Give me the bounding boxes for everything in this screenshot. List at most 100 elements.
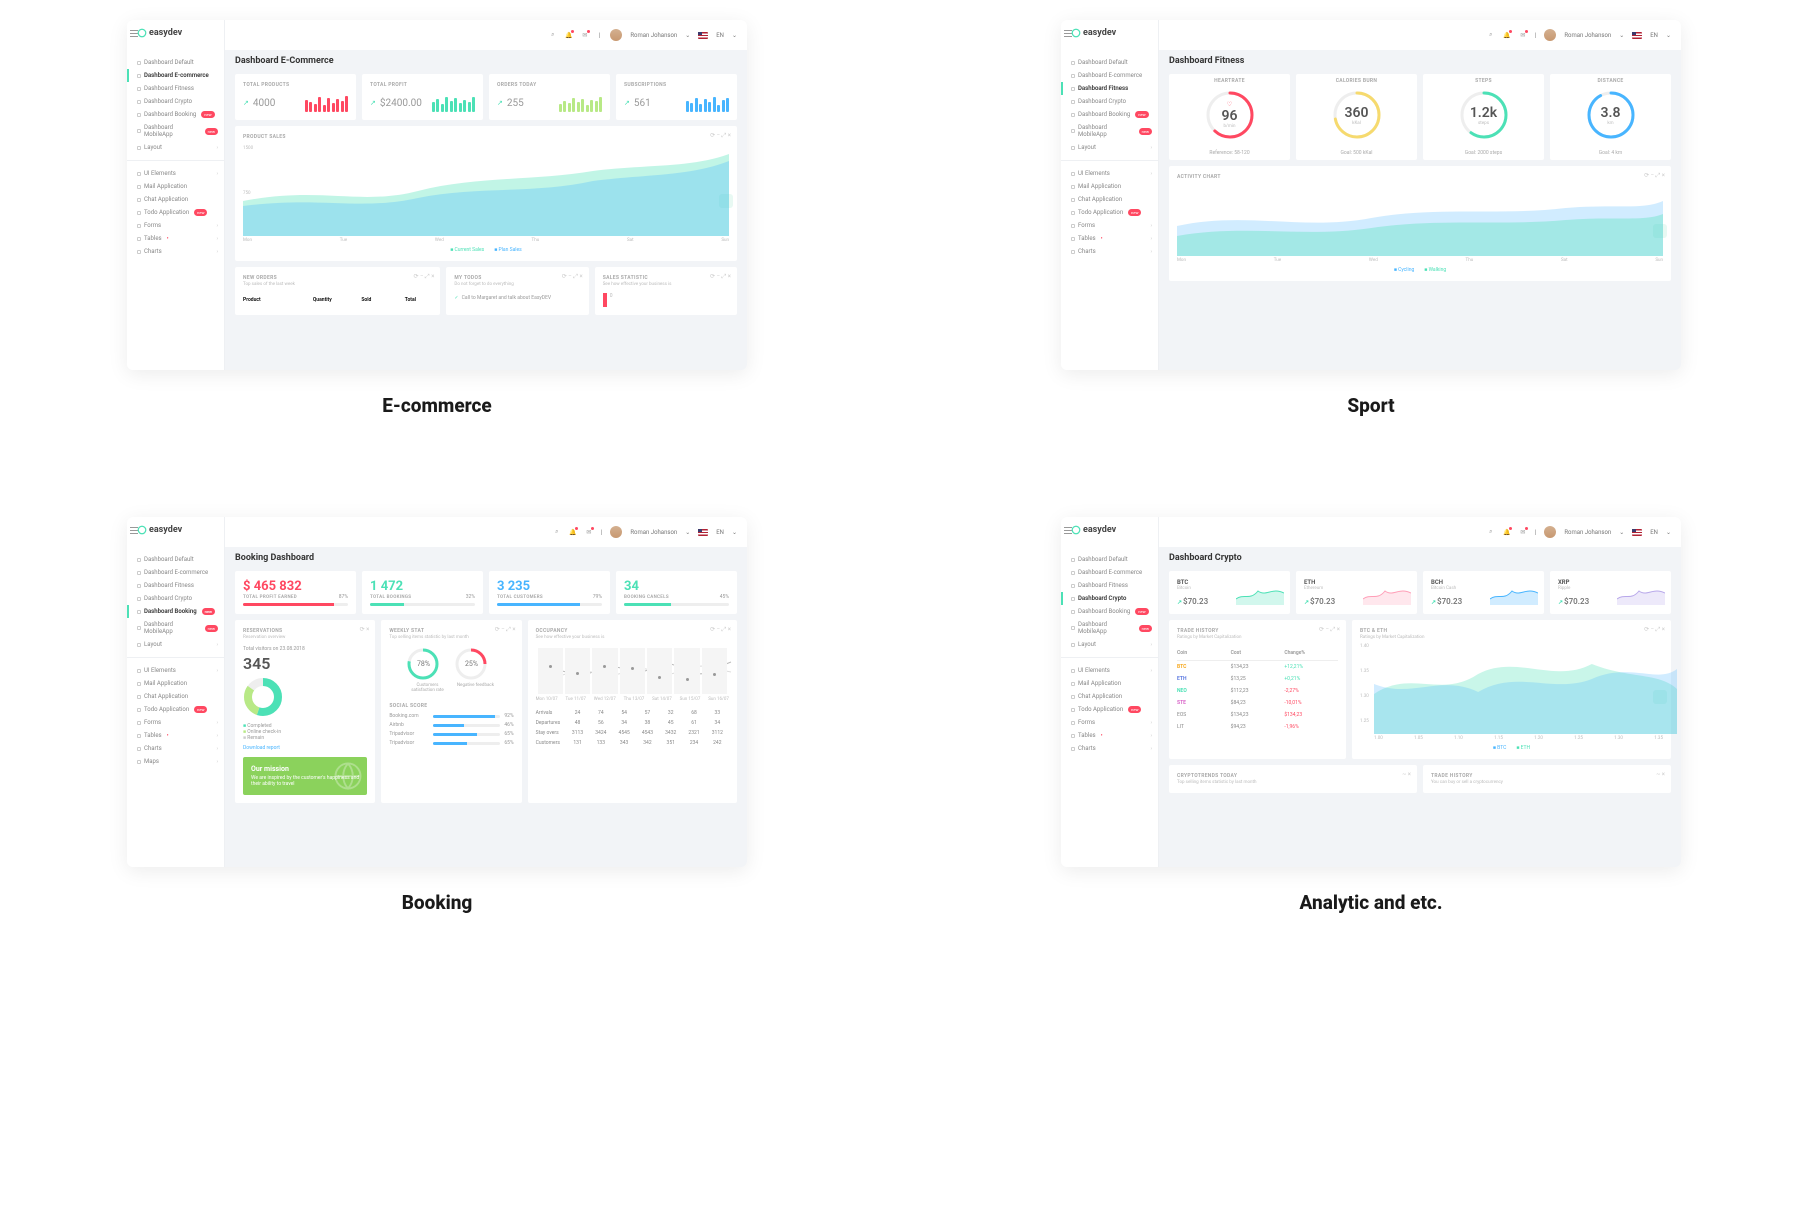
sidebar-item[interactable]: Forms› (1061, 219, 1158, 232)
fitness-ring-card: STEPS1.2kstepsGoal: 2000 steps (1423, 74, 1544, 160)
thumbnail-crypto: easydev ⌕ 🔔 ✉ | Roman Johanson⌄ EN⌄ Dash… (1061, 517, 1681, 867)
sidebar-item[interactable]: Dashboard Bookingnew (127, 108, 224, 121)
sidebar-item[interactable]: Dashboard Bookingnew (1061, 108, 1158, 121)
page-title: Booking Dashboard (235, 553, 737, 563)
sidebar-item[interactable]: Dashboard Fitness (1061, 82, 1158, 95)
sidebar-item[interactable]: Dashboard Fitness (127, 82, 224, 95)
card-title: NEW ORDERS (243, 275, 432, 281)
page-title: Dashboard E-Commerce (235, 56, 737, 66)
sidebar-item[interactable]: Charts› (127, 245, 224, 258)
table-row: Stay overs3113342445454543343223213112 (536, 728, 729, 738)
sidebar-item[interactable]: Dashboard Crypto (1061, 95, 1158, 108)
sidebar-item[interactable]: Tables•› (1061, 729, 1158, 742)
sidebar-item[interactable]: Maps› (127, 755, 224, 768)
avatar[interactable] (1544, 526, 1556, 538)
sidebar-item[interactable]: Chat Application (127, 193, 224, 206)
sidebar-item[interactable]: Layout› (1061, 638, 1158, 651)
bell-icon[interactable]: 🔔 (1503, 31, 1511, 39)
sidebar-item[interactable]: Todo Applicationnew (1061, 206, 1158, 219)
sidebar-item[interactable]: UI Elements› (127, 167, 224, 180)
brand-logo[interactable]: easydev (1071, 28, 1116, 38)
sidebar-item[interactable]: Dashboard Bookingnew (1061, 605, 1158, 618)
sidebar-item[interactable]: Dashboard MobileAppnew (1061, 618, 1158, 638)
sidebar-item[interactable]: Dashboard MobileAppnew (127, 121, 224, 141)
sidebar-item[interactable]: Dashboard Bookingnew (127, 605, 224, 618)
brand-logo[interactable]: easydev (1071, 525, 1116, 535)
brand-logo[interactable]: easydev (137, 525, 182, 535)
sidebar-item[interactable]: Todo Applicationnew (1061, 703, 1158, 716)
search-icon[interactable]: ⌕ (549, 31, 557, 39)
avatar[interactable] (610, 29, 622, 41)
sidebar-item[interactable]: Charts› (1061, 245, 1158, 258)
legend-item[interactable]: Current Sales (450, 247, 484, 253)
sidebar-item[interactable]: Dashboard Fitness (1061, 579, 1158, 592)
table-row: NEO$112,23-2,27% (1177, 685, 1338, 697)
sidebar-item[interactable]: Forms› (127, 716, 224, 729)
crypto-card: XRPRipple↗$70.23 (1550, 571, 1671, 614)
sidebar-item[interactable]: Dashboard MobileAppnew (1061, 121, 1158, 141)
sidebar-item[interactable]: Tables•› (1061, 232, 1158, 245)
sidebar-item[interactable]: Dashboard Default (127, 553, 224, 566)
card-controls[interactable]: ⟳ − ⤢ × (710, 132, 731, 140)
mission-banner: Our mission We are inspired by the custo… (243, 757, 367, 795)
sidebar-item[interactable]: Mail Application (127, 180, 224, 193)
sidebar-item[interactable]: Charts› (1061, 742, 1158, 755)
search-icon[interactable]: ⌕ (1487, 528, 1495, 536)
mail-icon[interactable]: ✉ (1519, 528, 1527, 536)
flag-icon (698, 32, 708, 39)
stat-card: 1 472TOTAL BOOKINGS32% (362, 571, 483, 614)
sidebar-item[interactable]: Chat Application (127, 690, 224, 703)
mail-icon[interactable]: ✉ (585, 528, 593, 536)
sidebar-item[interactable]: Layout› (127, 141, 224, 154)
sidebar-item[interactable]: UI Elements› (1061, 167, 1158, 180)
legend-item[interactable]: Plan Sales (494, 247, 522, 253)
sidebar-item[interactable]: Mail Application (1061, 677, 1158, 690)
stat-card: 3 235TOTAL CUSTOMERS79% (489, 571, 610, 614)
mail-icon[interactable]: ✉ (1519, 31, 1527, 39)
sidebar-item[interactable]: Dashboard MobileAppnew (127, 618, 224, 638)
sidebar-item[interactable]: Dashboard Default (1061, 56, 1158, 69)
sidebar-item[interactable]: Dashboard Default (1061, 553, 1158, 566)
sidebar-item[interactable]: Chat Application (1061, 193, 1158, 206)
sidebar-item[interactable]: Charts› (127, 742, 224, 755)
sidebar-item[interactable]: Dashboard Default (127, 56, 224, 69)
search-icon[interactable]: ⌕ (1487, 31, 1495, 39)
brand-logo[interactable]: easydev (137, 28, 182, 38)
sidebar-item[interactable]: Mail Application (127, 677, 224, 690)
lang-label[interactable]: EN (716, 32, 724, 39)
user-name[interactable]: Roman Johanson (630, 32, 677, 39)
sidebar-item[interactable]: Dashboard E-commerce (1061, 566, 1158, 579)
download-link[interactable]: Download report (243, 745, 367, 751)
flag-icon (1632, 32, 1642, 39)
sidebar-item[interactable]: Layout› (1061, 141, 1158, 154)
sidebar-item[interactable]: Forms› (127, 219, 224, 232)
sidebar-item[interactable]: Dashboard E-commerce (127, 566, 224, 579)
bell-icon[interactable]: 🔔 (1503, 528, 1511, 536)
caption: Analytic and etc. (1300, 891, 1443, 914)
sidebar-item[interactable]: Todo Applicationnew (127, 206, 224, 219)
sidebar-item[interactable]: Chat Application (1061, 690, 1158, 703)
sidebar-item[interactable]: Forms› (1061, 716, 1158, 729)
trend-up-icon: ↗ (497, 99, 503, 107)
search-icon[interactable]: ⌕ (553, 528, 561, 536)
sidebar-item[interactable]: Dashboard Fitness (127, 579, 224, 592)
sidebar-item[interactable]: Tables•› (127, 729, 224, 742)
sidebar-item[interactable]: Dashboard E-commerce (127, 69, 224, 82)
avatar[interactable] (610, 526, 622, 538)
sidebar-item[interactable]: Layout› (127, 638, 224, 651)
sidebar-item[interactable]: Todo Applicationnew (127, 703, 224, 716)
sidebar-item[interactable]: Dashboard Crypto (127, 592, 224, 605)
avatar[interactable] (1544, 29, 1556, 41)
bell-icon[interactable]: 🔔 (569, 528, 577, 536)
sidebar-item[interactable]: UI Elements› (127, 664, 224, 677)
sidebar-item[interactable]: UI Elements› (1061, 664, 1158, 677)
bell-icon[interactable]: 🔔 (565, 31, 573, 39)
caption: E-commerce (382, 394, 492, 417)
sidebar-item[interactable]: Tables•› (127, 232, 224, 245)
sidebar-item[interactable]: Dashboard E-commerce (1061, 69, 1158, 82)
mail-icon[interactable]: ✉ (581, 31, 589, 39)
sidebar-item[interactable]: Dashboard Crypto (1061, 592, 1158, 605)
trend-up-icon: ↗ (624, 99, 630, 107)
sidebar-item[interactable]: Dashboard Crypto (127, 95, 224, 108)
sidebar-item[interactable]: Mail Application (1061, 180, 1158, 193)
